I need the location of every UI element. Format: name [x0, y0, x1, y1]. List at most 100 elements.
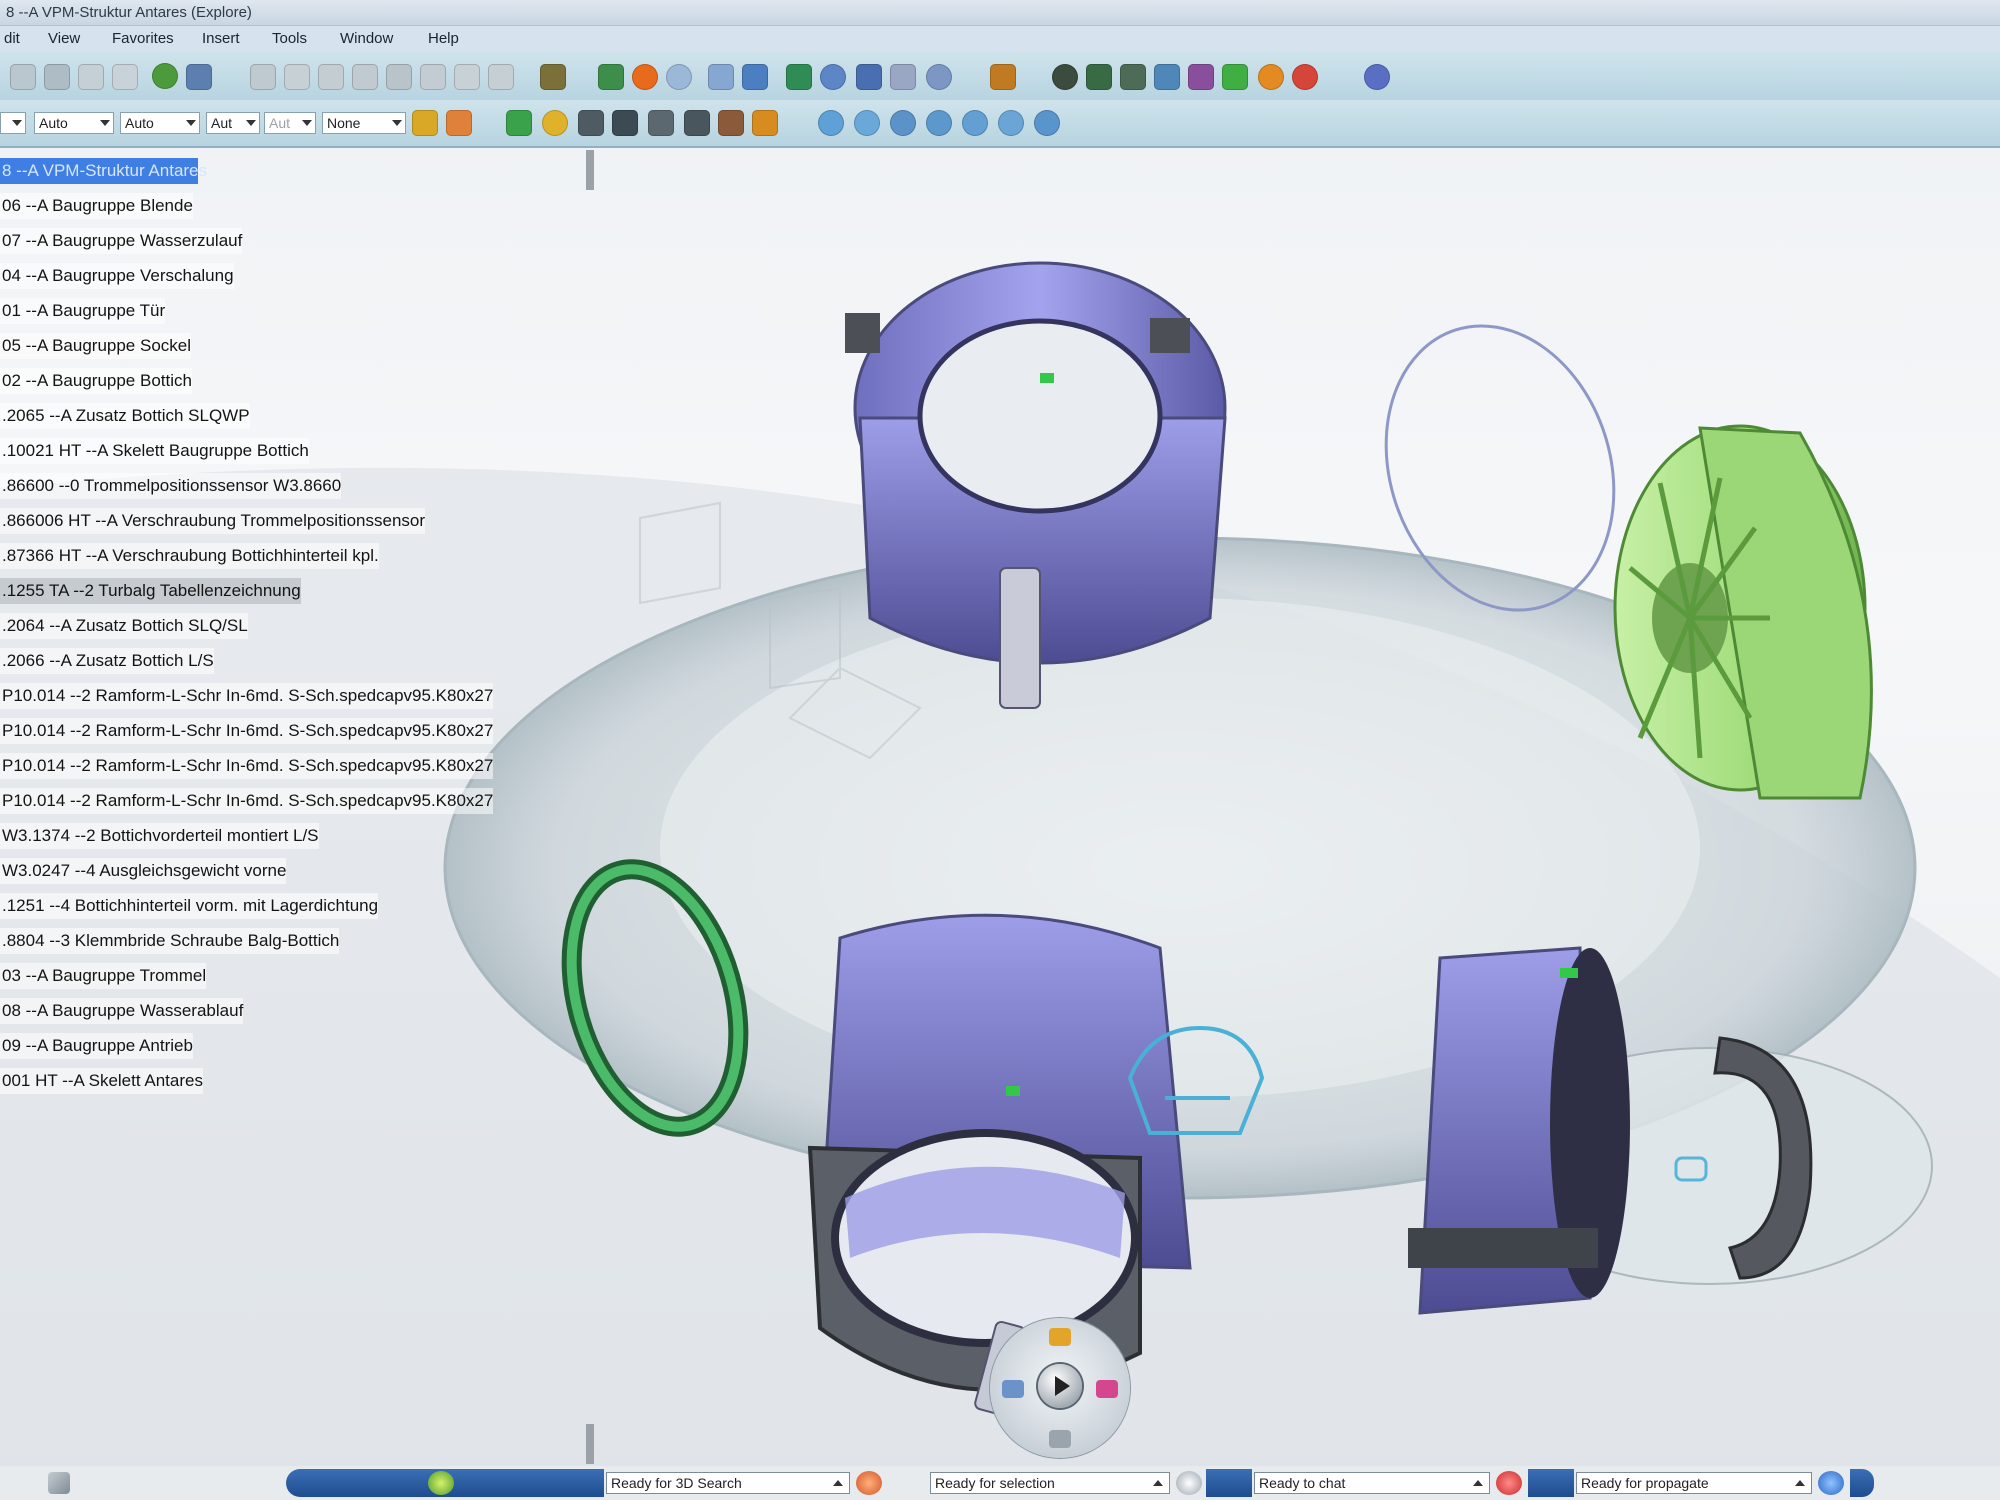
color-combo[interactable]	[0, 112, 26, 134]
tree-node[interactable]: .86600 --0 Trommelpositionssensor W3.866…	[0, 473, 342, 499]
pattern-combo[interactable]: None	[322, 112, 406, 134]
fly-icon[interactable]	[820, 64, 846, 90]
measure-icon[interactable]	[420, 64, 446, 90]
thickness-combo[interactable]: Auto	[120, 112, 200, 134]
clash-icon[interactable]	[1052, 64, 1078, 90]
snap-icon[interactable]	[488, 64, 514, 90]
tree-node[interactable]: 01 --A Baugruppe Tür	[0, 298, 166, 324]
compass-snap-icon[interactable]	[542, 110, 568, 136]
align-icon[interactable]	[612, 110, 638, 136]
tree-node[interactable]: P10.014 --2 Ramform-L-Schr In-6md. S-Sch…	[0, 718, 494, 744]
view-iso-icon[interactable]	[818, 110, 844, 136]
menu-view[interactable]: View	[44, 26, 84, 52]
tree-node[interactable]: 09 --A Baugruppe Antrieb	[0, 1033, 193, 1059]
compass-top-icon[interactable]	[1049, 1328, 1071, 1346]
tree-scrollbar-bottom[interactable]	[586, 1424, 594, 1464]
view-back-icon[interactable]	[890, 110, 916, 136]
status-field-selection[interactable]: Ready for selection	[930, 1472, 1170, 1494]
propagate-icon[interactable]	[1496, 1471, 1522, 1495]
play-button[interactable]	[1038, 1364, 1082, 1408]
tree-node[interactable]: .8804 --3 Klemmbride Schraube Balg-Botti…	[0, 928, 340, 954]
cut-icon[interactable]	[250, 64, 276, 90]
magnify-icon[interactable]	[926, 64, 952, 90]
tree-node[interactable]: .1251 --4 Bottichhinterteil vorm. mit La…	[0, 893, 379, 919]
tree-node[interactable]: P10.014 --2 Ramform-L-Schr In-6md. S-Sch…	[0, 788, 494, 814]
copy-icon[interactable]	[284, 64, 310, 90]
tree-node[interactable]: .2066 --A Zusatz Bottich L/S	[0, 648, 214, 674]
fit-all-icon[interactable]	[598, 64, 624, 90]
linetype-combo[interactable]: Auto	[34, 112, 114, 134]
save-icon[interactable]	[78, 64, 104, 90]
user-icon[interactable]	[1258, 64, 1284, 90]
menu-help[interactable]: Help	[424, 26, 463, 52]
chat-icon[interactable]	[1176, 1471, 1202, 1495]
view-top-icon[interactable]	[998, 110, 1024, 136]
render-icon[interactable]	[632, 64, 658, 90]
tree-node[interactable]: 03 --A Baugruppe Trommel	[0, 963, 207, 989]
network-icon[interactable]	[1818, 1471, 1844, 1495]
tree-node[interactable]: W3.0247 --4 Ausgleichsgewicht vorne	[0, 858, 287, 884]
menu-edit[interactable]: dit	[0, 26, 24, 52]
tree-node[interactable]: P10.014 --2 Ramform-L-Schr In-6md. S-Sch…	[0, 683, 494, 709]
reset-position-icon[interactable]	[648, 110, 674, 136]
compass-bottom-icon[interactable]	[1049, 1430, 1071, 1448]
explode-icon[interactable]	[578, 110, 604, 136]
annotation-icon[interactable]	[1154, 64, 1180, 90]
properties-icon[interactable]	[446, 110, 472, 136]
view-front-icon[interactable]	[854, 110, 880, 136]
menu-insert[interactable]: Insert	[198, 26, 244, 52]
walk-icon[interactable]	[786, 64, 812, 90]
tree-icon[interactable]	[1222, 64, 1248, 90]
painter-icon[interactable]	[412, 110, 438, 136]
search-icon[interactable]	[1292, 64, 1318, 90]
redo-icon[interactable]	[386, 64, 412, 90]
tree-node[interactable]: 08 --A Baugruppe Wasserablauf	[0, 998, 244, 1024]
status-tool-icon[interactable]	[48, 1472, 70, 1494]
globe-icon[interactable]	[152, 63, 178, 89]
plugin-icon[interactable]	[1364, 64, 1390, 90]
tree-node[interactable]: .2064 --A Zusatz Bottich SLQ/SL	[0, 613, 248, 639]
selection-icon[interactable]	[856, 1471, 882, 1495]
lock-position-icon[interactable]	[718, 110, 744, 136]
tree-node[interactable]: 06 --A Baugruppe Blende	[0, 193, 193, 219]
search-globe-icon[interactable]	[428, 1471, 454, 1495]
open-icon[interactable]	[44, 64, 70, 90]
part-tub-side[interactable]	[1408, 946, 1630, 1315]
markup-icon[interactable]	[1188, 64, 1214, 90]
print-icon[interactable]	[112, 64, 138, 90]
view-right-icon[interactable]	[962, 110, 988, 136]
view-left-icon[interactable]	[926, 110, 952, 136]
pan-icon[interactable]	[856, 64, 882, 90]
tree-node[interactable]: W3.1374 --2 Bottichvorderteil montiert L…	[0, 823, 319, 849]
package-icon[interactable]	[990, 64, 1016, 90]
tree-node-root[interactable]: 8 --A VPM-Struktur Antares	[0, 158, 207, 184]
tree-node[interactable]: P10.014 --2 Ramform-L-Schr In-6md. S-Sch…	[0, 753, 494, 779]
tree-node[interactable]: .2065 --A Zusatz Bottich SLQWP	[0, 403, 250, 429]
status-field-chat[interactable]: Ready to chat	[1254, 1472, 1490, 1494]
part-tub-bottom[interactable]	[807, 913, 1192, 1416]
grid-icon[interactable]	[540, 64, 566, 90]
layer-combo[interactable]: Aut	[206, 112, 260, 134]
tree-node[interactable]: .87366 HT --A Verschraubung Bottichhinte…	[0, 543, 379, 569]
section-icon[interactable]	[454, 64, 480, 90]
distance-icon[interactable]	[1086, 64, 1112, 90]
move-icon[interactable]	[506, 110, 532, 136]
menu-tools[interactable]: Tools	[268, 26, 311, 52]
tree-node[interactable]: .10021 HT --A Skelett Baugruppe Bottich	[0, 438, 309, 464]
menu-favorites[interactable]: Favorites	[108, 26, 178, 52]
tree-node[interactable]: 02 --A Baugruppe Bottich	[0, 368, 192, 394]
compass-left-icon[interactable]	[1002, 1380, 1024, 1398]
tree-node[interactable]: 04 --A Baugruppe Verschalung	[0, 263, 234, 289]
navigation-compass[interactable]	[990, 1318, 1130, 1458]
view-bottom-icon[interactable]	[1034, 110, 1060, 136]
tree-node[interactable]: .866006 HT --A Verschraubung Trommelposi…	[0, 508, 426, 534]
zoom-area-icon[interactable]	[708, 64, 734, 90]
status-field-propagate[interactable]: Ready for propagate	[1576, 1472, 1812, 1494]
undo-icon[interactable]	[352, 64, 378, 90]
rotate-icon[interactable]	[742, 64, 768, 90]
tree-node[interactable]: 05 --A Baugruppe Sockel	[0, 333, 192, 359]
tree-scrollbar-top[interactable]	[586, 150, 594, 190]
paste-icon[interactable]	[318, 64, 344, 90]
new-icon[interactable]	[10, 64, 36, 90]
zoom-in-out-icon[interactable]	[890, 64, 916, 90]
